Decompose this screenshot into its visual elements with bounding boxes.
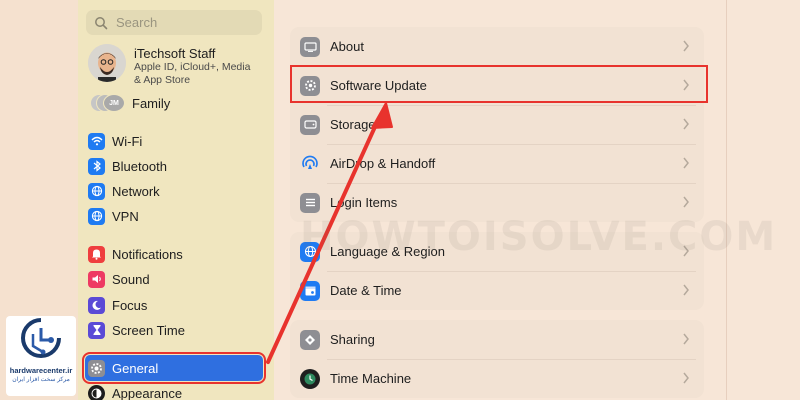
sidebar-item-notifications[interactable]: Notifications — [88, 243, 264, 265]
settings-row-label: Time Machine — [330, 371, 412, 386]
vpn-globe-icon — [88, 207, 105, 225]
sidebar-item-label: Family — [132, 95, 171, 111]
logo-tagline: مرکز سخت افزار ایران — [12, 377, 70, 383]
hourglass-icon — [88, 321, 105, 339]
sidebar-item-label: General — [112, 360, 159, 376]
circuit-logo-icon — [21, 318, 61, 358]
hardwarecenter-logo: hardwarecenter.ir مرکز سخت افزار ایران — [6, 316, 76, 396]
appearance-icon — [88, 384, 105, 400]
search-field[interactable] — [86, 10, 262, 35]
sidebar-item-label: Appearance — [112, 385, 183, 400]
search-icon — [95, 16, 108, 29]
bluetooth-icon — [88, 157, 105, 175]
time-machine-icon — [300, 368, 320, 389]
settings-group-sharing: Sharing Time Machine — [290, 320, 704, 398]
sidebar-item-label: Wi-Fi — [112, 133, 143, 149]
sidebar-item-wifi[interactable]: Wi-Fi — [88, 130, 264, 152]
storage-icon — [300, 114, 320, 135]
logo-name: hardwarecenter.ir — [9, 366, 73, 375]
sidebar-item-screen-time[interactable]: Screen Time — [88, 319, 264, 341]
sidebar-item-label: Focus — [112, 297, 148, 313]
chevron-right-icon — [683, 372, 689, 384]
sidebar-item-label: Screen Time — [112, 322, 185, 338]
chevron-right-icon — [683, 196, 689, 208]
sidebar-item-vpn[interactable]: VPN — [88, 205, 264, 227]
bell-icon — [88, 245, 105, 263]
chevron-right-icon — [683, 245, 689, 257]
wifi-icon — [88, 132, 105, 150]
moon-icon — [88, 296, 105, 314]
profile-name: iTechsoft Staff — [134, 46, 216, 61]
settings-row-label: Storage — [330, 117, 376, 132]
speaker-icon — [88, 270, 105, 288]
chevron-right-icon — [683, 40, 689, 52]
globe-icon — [88, 182, 105, 200]
software-update-icon — [300, 75, 320, 96]
settings-row-language-region[interactable]: Language & Region — [290, 232, 704, 271]
avatar — [88, 44, 126, 82]
sidebar-item-label: Bluetooth — [112, 158, 167, 174]
settings-row-label: Date & Time — [330, 283, 402, 298]
sidebar-item-sound[interactable]: Sound — [88, 268, 264, 290]
sidebar: iTechsoft Staff Apple ID, iCloud+, Media… — [78, 0, 274, 400]
family-avatar-initials: JM — [103, 94, 125, 112]
settings-row-sharing[interactable]: Sharing — [290, 320, 704, 359]
chevron-right-icon — [683, 284, 689, 296]
sidebar-item-bluetooth[interactable]: Bluetooth — [88, 155, 264, 177]
apple-id-profile[interactable]: iTechsoft Staff Apple ID, iCloud+, Media… — [88, 44, 250, 87]
chevron-right-icon — [683, 118, 689, 130]
sidebar-item-family[interactable]: JM Family — [90, 94, 170, 112]
right-margin — [726, 0, 800, 400]
calendar-icon — [300, 280, 320, 301]
gear-icon — [88, 359, 105, 377]
profile-subtitle-2: & App Store — [134, 74, 191, 86]
airdrop-icon — [300, 154, 320, 174]
settings-row-label: Language & Region — [330, 244, 445, 259]
profile-subtitle-1: Apple ID, iCloud+, Media — [134, 61, 251, 73]
family-avatars: JM — [90, 94, 125, 112]
sidebar-item-network[interactable]: Network — [88, 180, 264, 202]
settings-row-airdrop-handoff[interactable]: AirDrop & Handoff — [290, 144, 704, 183]
settings-row-label: AirDrop & Handoff — [330, 156, 436, 171]
settings-group-system: About Software Update Storage AirDrop & … — [290, 27, 704, 222]
general-settings-pane: About Software Update Storage AirDrop & … — [274, 0, 726, 400]
sidebar-item-general[interactable]: General — [82, 352, 266, 384]
language-globe-icon — [300, 241, 320, 262]
settings-row-label: Software Update — [330, 78, 427, 93]
sidebar-item-label: Network — [112, 183, 160, 199]
sidebar-item-focus[interactable]: Focus — [88, 294, 264, 316]
sidebar-item-label: Notifications — [112, 246, 183, 262]
chevron-right-icon — [683, 333, 689, 345]
settings-row-software-update[interactable]: Software Update — [290, 66, 704, 105]
memoji-avatar-icon — [88, 44, 126, 82]
sidebar-item-label: VPN — [112, 208, 139, 224]
settings-row-label: Login Items — [330, 195, 398, 210]
search-input[interactable] — [114, 14, 258, 31]
settings-row-login-items[interactable]: Login Items — [290, 183, 704, 222]
about-icon — [300, 36, 320, 57]
settings-row-date-time[interactable]: Date & Time — [290, 271, 704, 310]
settings-row-label: Sharing — [330, 332, 375, 347]
sidebar-item-appearance[interactable]: Appearance — [88, 382, 264, 400]
chevron-right-icon — [683, 79, 689, 91]
chevron-right-icon — [683, 157, 689, 169]
settings-row-time-machine[interactable]: Time Machine — [290, 359, 704, 398]
settings-group-locale: Language & Region Date & Time — [290, 232, 704, 310]
sidebar-item-label: Sound — [112, 271, 150, 287]
sharing-icon — [300, 329, 320, 350]
settings-row-storage[interactable]: Storage — [290, 105, 704, 144]
settings-row-about[interactable]: About — [290, 27, 704, 66]
login-items-icon — [300, 192, 320, 213]
settings-row-label: About — [330, 39, 364, 54]
